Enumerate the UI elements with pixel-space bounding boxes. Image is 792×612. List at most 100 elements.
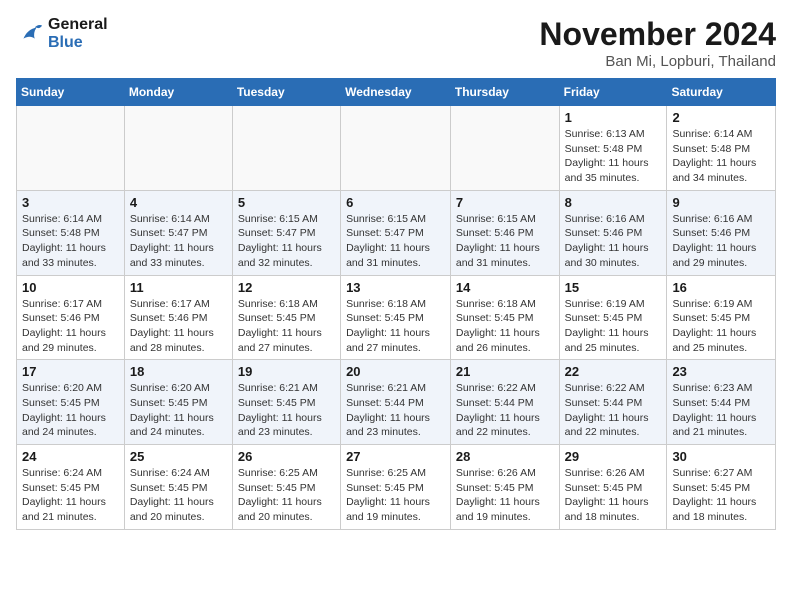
weekday-header: Saturday <box>667 79 776 106</box>
day-info: Sunrise: 6:15 AMSunset: 5:47 PMDaylight:… <box>346 212 445 271</box>
calendar-row: 17 Sunrise: 6:20 AMSunset: 5:45 PMDayligh… <box>17 360 776 445</box>
day-number: 1 <box>565 110 662 125</box>
day-info: Sunrise: 6:25 AMSunset: 5:45 PMDaylight:… <box>238 466 335 525</box>
day-info: Sunrise: 6:26 AMSunset: 5:45 PMDaylight:… <box>565 466 662 525</box>
day-number: 21 <box>456 364 554 379</box>
weekday-header: Tuesday <box>232 79 340 106</box>
month-title: November 2024 <box>539 16 776 53</box>
day-number: 13 <box>346 280 445 295</box>
day-number: 29 <box>565 449 662 464</box>
calendar-cell: 7Sunrise: 6:15 AMSunset: 5:46 PMDaylight… <box>450 190 559 275</box>
day-info: Sunrise: 6:20 AMSunset: 5:45 PMDaylight:… <box>130 381 227 440</box>
calendar-cell: 18 Sunrise: 6:20 AMSunset: 5:45 PMDayligh… <box>124 360 232 445</box>
calendar-cell <box>124 106 232 191</box>
day-number: 11 <box>130 280 227 295</box>
calendar-cell <box>232 106 340 191</box>
calendar-cell: 19Sunrise: 6:21 AMSunset: 5:45 PMDayligh… <box>232 360 340 445</box>
day-info: Sunrise: 6:14 AMSunset: 5:48 PMDaylight:… <box>22 212 119 271</box>
day-info: Sunrise: 6:22 AMSunset: 5:44 PMDaylight:… <box>456 381 554 440</box>
day-number: 17 <box>22 364 119 379</box>
day-info: Sunrise: 6:19 AMSunset: 5:45 PMDaylight:… <box>672 297 770 356</box>
day-number: 10 <box>22 280 119 295</box>
calendar-cell: 28 Sunrise: 6:26 AMSunset: 5:45 PMDayligh… <box>450 445 559 530</box>
day-info: Sunrise: 6:17 AMSunset: 5:46 PMDaylight:… <box>130 297 227 356</box>
calendar-cell: 14 Sunrise: 6:18 AMSunset: 5:45 PMDayligh… <box>450 275 559 360</box>
day-info: Sunrise: 6:18 AMSunset: 5:45 PMDaylight:… <box>346 297 445 356</box>
day-info: Sunrise: 6:18 AMSunset: 5:45 PMDaylight:… <box>456 297 554 356</box>
calendar-cell: 15Sunrise: 6:19 AMSunset: 5:45 PMDayligh… <box>559 275 667 360</box>
day-number: 23 <box>672 364 770 379</box>
day-info: Sunrise: 6:22 AMSunset: 5:44 PMDaylight:… <box>565 381 662 440</box>
day-number: 30 <box>672 449 770 464</box>
calendar-cell: 13 Sunrise: 6:18 AMSunset: 5:45 PMDayligh… <box>341 275 451 360</box>
calendar-cell: 5 Sunrise: 6:15 AMSunset: 5:47 PMDaylight… <box>232 190 340 275</box>
day-info: Sunrise: 6:16 AMSunset: 5:46 PMDaylight:… <box>672 212 770 271</box>
day-info: Sunrise: 6:23 AMSunset: 5:44 PMDaylight:… <box>672 381 770 440</box>
day-number: 6 <box>346 195 445 210</box>
day-info: Sunrise: 6:15 AMSunset: 5:46 PMDaylight:… <box>456 212 554 271</box>
calendar-cell: 25 Sunrise: 6:24 AMSunset: 5:45 PMDayligh… <box>124 445 232 530</box>
calendar-cell: 20Sunrise: 6:21 AMSunset: 5:44 PMDayligh… <box>341 360 451 445</box>
day-info: Sunrise: 6:27 AMSunset: 5:45 PMDaylight:… <box>672 466 770 525</box>
calendar-cell: 12 Sunrise: 6:18 AMSunset: 5:45 PMDayligh… <box>232 275 340 360</box>
calendar-cell: 6 Sunrise: 6:15 AMSunset: 5:47 PMDaylight… <box>341 190 451 275</box>
day-info: Sunrise: 6:26 AMSunset: 5:45 PMDaylight:… <box>456 466 554 525</box>
title-area: November 2024 Ban Mi, Lopburi, Thailand <box>539 16 776 70</box>
calendar-cell: 22Sunrise: 6:22 AMSunset: 5:44 PMDayligh… <box>559 360 667 445</box>
calendar: SundayMondayTuesdayWednesdayThursdayFrid… <box>16 78 776 530</box>
calendar-cell <box>341 106 451 191</box>
day-number: 3 <box>22 195 119 210</box>
calendar-cell: 23 Sunrise: 6:23 AMSunset: 5:44 PMDayligh… <box>667 360 776 445</box>
calendar-cell: 1Sunrise: 6:13 AMSunset: 5:48 PMDaylight… <box>559 106 667 191</box>
day-number: 2 <box>672 110 770 125</box>
calendar-cell: 24 Sunrise: 6:24 AMSunset: 5:45 PMDayligh… <box>17 445 125 530</box>
day-number: 26 <box>238 449 335 464</box>
day-number: 12 <box>238 280 335 295</box>
logo: General Blue <box>16 16 108 52</box>
day-number: 16 <box>672 280 770 295</box>
header: General Blue November 2024 Ban Mi, Lopbu… <box>16 16 776 70</box>
calendar-row: 24 Sunrise: 6:24 AMSunset: 5:45 PMDayligh… <box>17 445 776 530</box>
day-number: 19 <box>238 364 335 379</box>
day-number: 18 <box>130 364 227 379</box>
day-number: 27 <box>346 449 445 464</box>
calendar-cell: 27 Sunrise: 6:25 AMSunset: 5:45 PMDayligh… <box>341 445 451 530</box>
calendar-cell <box>17 106 125 191</box>
day-number: 28 <box>456 449 554 464</box>
calendar-header: SundayMondayTuesdayWednesdayThursdayFrid… <box>17 79 776 106</box>
weekday-header: Sunday <box>17 79 125 106</box>
location: Ban Mi, Lopburi, Thailand <box>539 53 776 70</box>
calendar-row: 10 Sunrise: 6:17 AMSunset: 5:46 PMDayligh… <box>17 275 776 360</box>
calendar-row: 3 Sunrise: 6:14 AMSunset: 5:48 PMDaylight… <box>17 190 776 275</box>
day-number: 14 <box>456 280 554 295</box>
day-number: 9 <box>672 195 770 210</box>
calendar-cell: 2 Sunrise: 6:14 AMSunset: 5:48 PMDaylight… <box>667 106 776 191</box>
day-number: 25 <box>130 449 227 464</box>
day-info: Sunrise: 6:24 AMSunset: 5:45 PMDaylight:… <box>22 466 119 525</box>
day-info: Sunrise: 6:18 AMSunset: 5:45 PMDaylight:… <box>238 297 335 356</box>
calendar-cell: 8Sunrise: 6:16 AMSunset: 5:46 PMDaylight… <box>559 190 667 275</box>
calendar-cell: 4Sunrise: 6:14 AMSunset: 5:47 PMDaylight… <box>124 190 232 275</box>
calendar-cell: 17Sunrise: 6:20 AMSunset: 5:45 PMDayligh… <box>17 360 125 445</box>
day-info: Sunrise: 6:14 AMSunset: 5:48 PMDaylight:… <box>672 127 770 186</box>
weekday-header: Friday <box>559 79 667 106</box>
day-info: Sunrise: 6:14 AMSunset: 5:47 PMDaylight:… <box>130 212 227 271</box>
calendar-cell: 21 Sunrise: 6:22 AMSunset: 5:44 PMDayligh… <box>450 360 559 445</box>
day-info: Sunrise: 6:16 AMSunset: 5:46 PMDaylight:… <box>565 212 662 271</box>
calendar-cell: 16 Sunrise: 6:19 AMSunset: 5:45 PMDayligh… <box>667 275 776 360</box>
day-number: 24 <box>22 449 119 464</box>
day-info: Sunrise: 6:24 AMSunset: 5:45 PMDaylight:… <box>130 466 227 525</box>
weekday-header: Thursday <box>450 79 559 106</box>
calendar-cell: 29 Sunrise: 6:26 AMSunset: 5:45 PMDayligh… <box>559 445 667 530</box>
calendar-cell: 10Sunrise: 6:17 AMSunset: 5:46 PMDayligh… <box>17 275 125 360</box>
day-number: 5 <box>238 195 335 210</box>
weekday-header: Monday <box>124 79 232 106</box>
weekday-header: Wednesday <box>341 79 451 106</box>
day-info: Sunrise: 6:25 AMSunset: 5:45 PMDaylight:… <box>346 466 445 525</box>
day-info: Sunrise: 6:15 AMSunset: 5:47 PMDaylight:… <box>238 212 335 271</box>
calendar-cell: 11 Sunrise: 6:17 AMSunset: 5:46 PMDayligh… <box>124 275 232 360</box>
calendar-row: 1Sunrise: 6:13 AMSunset: 5:48 PMDaylight… <box>17 106 776 191</box>
day-info: Sunrise: 6:21 AMSunset: 5:44 PMDaylight:… <box>346 381 445 440</box>
calendar-cell: 30 Sunrise: 6:27 AMSunset: 5:45 PMDayligh… <box>667 445 776 530</box>
logo-icon <box>16 20 44 48</box>
